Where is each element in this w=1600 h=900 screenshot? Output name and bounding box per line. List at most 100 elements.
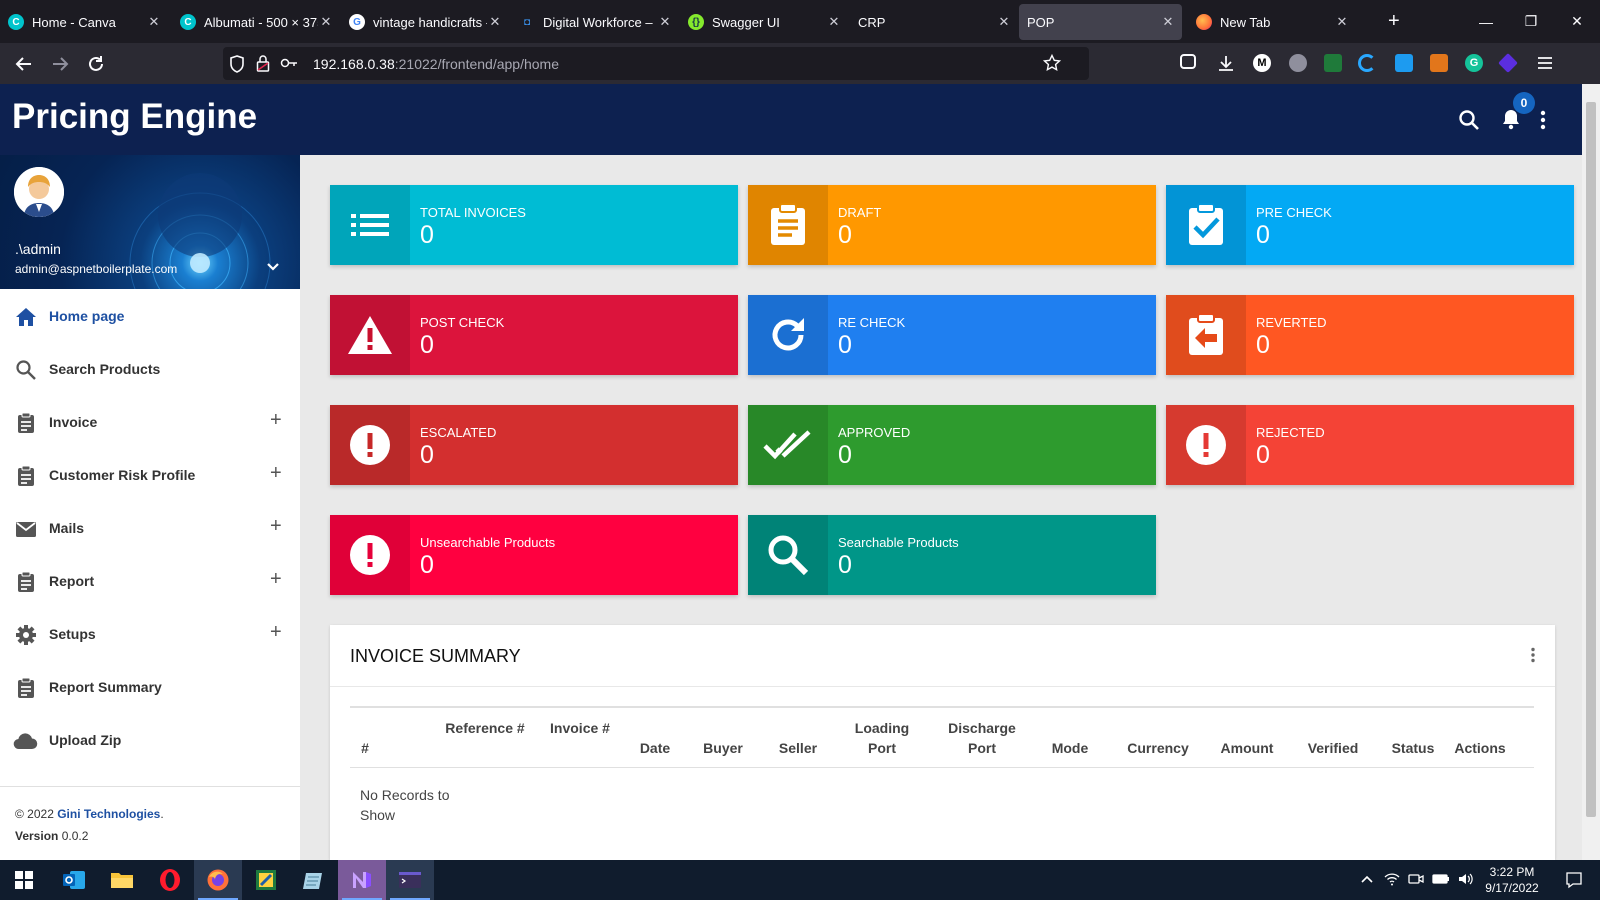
terminal-icon[interactable] [386,860,434,900]
column-header[interactable]: Seller [768,738,828,758]
visual-studio-icon[interactable] [338,860,386,900]
column-header[interactable]: Mode [1045,738,1095,758]
close-icon[interactable]: ✕ [1334,14,1350,30]
stat-box-reverted[interactable]: REVERTED 0 [1166,295,1574,375]
company-link[interactable]: Gini Technologies [57,807,160,821]
browser-tab[interactable]: C Albumati - 500 × 375p ✕ [172,4,340,40]
extension-m-icon[interactable]: M [1253,54,1271,72]
browser-tab-active[interactable]: POP ✕ [1019,4,1182,40]
column-header[interactable]: Loading Port [847,718,917,758]
browser-tab[interactable]: ◘ Digital Workforce – Pr ✕ [511,4,679,40]
close-icon[interactable]: ✕ [657,14,673,30]
avatar[interactable] [14,167,64,217]
browser-tab[interactable]: CRP ✕ [850,4,1018,40]
sidebar-item-invoice[interactable]: Invoice + [0,395,300,449]
chevron-up-icon[interactable] [1360,873,1374,887]
star-bookmark-icon[interactable] [1042,53,1062,77]
taskbar-clock[interactable]: 3:22 PM 9/17/2022 [1470,864,1554,896]
lock-icon[interactable] [256,54,270,77]
stat-box-re-check[interactable]: RE CHECK 0 [748,295,1156,375]
restore-icon[interactable]: ❐ [1508,0,1554,43]
expand-plus-icon[interactable]: + [270,515,282,538]
firefox-icon[interactable] [194,860,242,900]
column-header[interactable]: Actions [1448,738,1512,758]
extension-c-icon[interactable] [1358,54,1376,72]
windows-start-icon[interactable] [0,860,48,900]
search-icon[interactable] [1458,109,1480,136]
expand-plus-icon[interactable]: + [270,409,282,432]
meet-now-icon[interactable] [1408,872,1424,889]
stat-box-escalated[interactable]: ESCALATED 0 [330,405,738,485]
extension-badge-icon[interactable] [1395,54,1413,72]
forward-arrow-icon[interactable] [48,52,72,76]
expand-plus-icon[interactable]: + [270,621,282,644]
sidebar-item-mails[interactable]: Mails + [0,501,300,555]
key-icon[interactable] [280,56,298,75]
close-icon[interactable]: ✕ [487,14,503,30]
column-header[interactable]: Verified [1298,738,1368,758]
wifi-icon[interactable] [1384,872,1400,889]
close-icon[interactable]: ✕ [1160,14,1176,30]
extension-circle-icon[interactable] [1289,54,1307,72]
browser-tab[interactable]: C Home - Canva ✕ [0,4,168,40]
new-tab-plus-icon[interactable]: + [1388,10,1400,33]
stat-box-total-invoices[interactable]: TOTAL INVOICES 0 [330,185,738,265]
extension-purple-icon[interactable] [1498,53,1518,73]
reload-icon[interactable] [84,52,108,76]
column-header[interactable]: # [355,738,375,758]
pocket-icon[interactable] [1180,54,1196,69]
close-icon[interactable]: ✕ [996,14,1012,30]
browser-tab[interactable]: G vintage handicrafts - G ✕ [341,4,509,40]
back-arrow-icon[interactable] [12,52,36,76]
column-header[interactable]: Currency [1118,738,1198,758]
sidebar-item-search-products[interactable]: Search Products [0,342,300,396]
shield-icon[interactable] [229,55,245,78]
file-explorer-icon[interactable] [98,860,146,900]
sidebar-item-home-page[interactable]: Home page [0,289,300,343]
download-icon[interactable] [1217,54,1235,72]
stat-box-approved[interactable]: APPROVED 0 [748,405,1156,485]
column-header[interactable]: Invoice # [545,718,615,738]
extension-green-icon[interactable] [1324,54,1342,72]
sidebar-item-report-summary[interactable]: Report Summary [0,660,300,714]
window-close-icon[interactable]: ✕ [1554,0,1600,43]
opera-icon[interactable] [146,860,194,900]
notepad-app-icon[interactable] [290,860,338,900]
url-text[interactable]: 192.168.0.38:21022/frontend/app/home [313,56,559,72]
more-vert-icon[interactable] [1540,110,1546,135]
browser-tab[interactable]: {} Swagger UI ✕ [680,4,848,40]
close-icon[interactable]: ✕ [318,14,334,30]
expand-plus-icon[interactable]: + [270,568,282,591]
notification-center-icon[interactable] [1550,860,1598,900]
more-vert-icon[interactable] [1530,647,1536,668]
sidebar-item-report[interactable]: Report + [0,554,300,608]
column-header[interactable]: Status [1383,738,1443,758]
sidebar-item-setups[interactable]: Setups + [0,607,300,661]
close-icon[interactable]: ✕ [146,14,162,30]
column-header[interactable]: Reference # [445,718,525,738]
sidebar-item-customer-risk-profile[interactable]: Customer Risk Profile + [0,448,300,502]
expand-plus-icon[interactable]: + [270,462,282,485]
column-header[interactable]: Amount [1212,738,1282,758]
battery-icon[interactable] [1432,873,1450,888]
url-bar[interactable]: 192.168.0.38:21022/frontend/app/home [223,47,1089,80]
column-header[interactable]: Buyer [698,738,748,758]
stat-box-unsearchable-products[interactable]: Unsearchable Products 0 [330,515,738,595]
stat-box-searchable-products[interactable]: Searchable Products 0 [748,515,1156,595]
stat-box-post-check[interactable]: POST CHECK 0 [330,295,738,375]
browser-tab[interactable]: New Tab ✕ [1188,4,1356,40]
outlook-icon[interactable] [50,860,98,900]
metamask-fox-icon[interactable] [1430,54,1448,72]
page-scrollbar[interactable] [1582,84,1600,860]
app-icon[interactable] [242,860,290,900]
stat-box-draft[interactable]: DRAFT 0 [748,185,1156,265]
column-header[interactable]: Discharge Port [942,718,1022,758]
grammarly-icon[interactable]: G [1465,54,1483,72]
scrollbar-thumb[interactable] [1586,102,1596,817]
stat-box-pre-check[interactable]: PRE CHECK 0 [1166,185,1574,265]
close-icon[interactable]: ✕ [826,14,842,30]
column-header[interactable]: Date [630,738,680,758]
stat-box-rejected[interactable]: REJECTED 0 [1166,405,1574,485]
sidebar-item-upload-zip[interactable]: Upload Zip [0,713,300,767]
chevron-down-icon[interactable] [266,259,280,277]
